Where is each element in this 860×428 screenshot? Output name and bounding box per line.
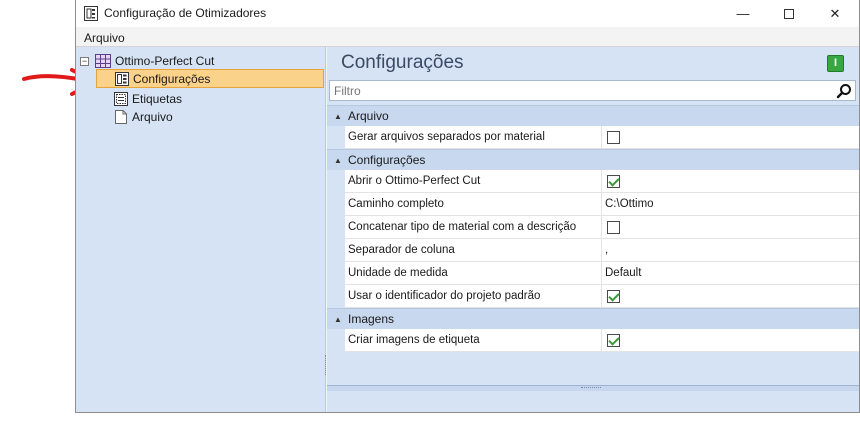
panel-title: Configurações [341,52,464,73]
category-label: Imagens [348,312,395,326]
grid-icon [95,54,111,68]
property-name: Separador de coluna [345,239,602,262]
property-name: Caminho completo [345,193,602,216]
minimize-button[interactable]: — [720,0,766,27]
collapse-triangle-icon[interactable]: ▲ [330,156,346,165]
property-name: Usar o identificador do projeto padrão [345,285,602,308]
property-value [602,216,859,239]
property-name: Concatenar tipo de material com a descri… [345,216,602,239]
tree-node-root[interactable]: − Ottimo-Perfect Cut [80,52,214,70]
category-imagens[interactable]: ▲ Imagens [327,308,859,329]
navigation-tree: − Ottimo-Perfect Cut Configurações Etiqu… [76,47,326,412]
property-row[interactable]: Usar o identificador do projeto padrão [327,285,859,308]
property-row[interactable]: Caminho completo C:\Ottimo [327,193,859,216]
tree-root-label: Ottimo-Perfect Cut [115,54,215,68]
property-row[interactable]: Concatenar tipo de material com a descri… [327,216,859,239]
category-label: Arquivo [348,109,389,123]
checkbox-unchecked[interactable] [607,220,620,234]
resize-grip-icon[interactable] [581,387,601,390]
property-row[interactable]: Gerar arquivos separados por material [327,126,859,149]
tree-item-label: Etiquetas [132,92,183,106]
checkbox-checked[interactable] [607,174,620,188]
checkbox-checked[interactable] [607,333,620,347]
collapse-triangle-icon[interactable]: ▲ [330,315,346,324]
title-bar: Configuração de Otimizadores — ✕ [76,0,859,27]
property-name: Unidade de medida [345,262,602,285]
tree-item-label: Arquivo [132,110,173,124]
property-value [602,126,859,149]
menu-item-arquivo[interactable]: Arquivo [84,31,125,45]
collapse-triangle-icon[interactable]: ▲ [330,112,346,121]
tree-item-configuracoes[interactable]: Configurações [96,69,324,88]
filter-box [329,80,856,101]
checkbox-unchecked[interactable] [607,130,620,144]
maximize-button[interactable] [766,0,812,27]
property-name: Abrir o Ottimo-Perfect Cut [345,170,602,193]
property-row[interactable]: Abrir o Ottimo-Perfect Cut [327,170,859,193]
app-icon [84,6,98,21]
app-window: Configuração de Otimizadores — ✕ Arquivo… [75,0,860,413]
property-name: Gerar arquivos separados por material [345,126,602,149]
tree-item-etiquetas[interactable]: Etiquetas [114,90,182,108]
property-grid: ▲ Arquivo Gerar arquivos separados por m… [327,105,859,352]
collapse-icon[interactable]: − [80,56,89,66]
label-icon [114,92,128,106]
info-icon[interactable]: I [827,55,844,72]
checkbox-checked[interactable] [607,289,620,303]
property-row[interactable]: Separador de coluna , [327,239,859,262]
property-value[interactable]: C:\Ottimo [602,193,859,216]
settings-document-icon [115,71,129,86]
category-configuracoes[interactable]: ▲ Configurações [327,149,859,170]
property-value[interactable]: Default [602,262,859,285]
tree-item-label: Configurações [133,71,211,86]
tree-item-arquivo[interactable]: Arquivo [114,108,173,126]
search-icon[interactable] [836,83,852,99]
file-icon [115,110,127,124]
property-value [602,285,859,308]
property-name: Criar imagens de etiqueta [345,329,602,352]
menu-bar: Arquivo [76,27,859,47]
property-value [602,170,859,193]
property-value [602,329,859,352]
close-button[interactable]: ✕ [812,0,858,27]
property-row[interactable]: Criar imagens de etiqueta [327,329,859,352]
screenshot-stage: Configuração de Otimizadores — ✕ Arquivo… [0,0,860,428]
property-value[interactable]: , [602,239,859,262]
maximize-icon [784,8,794,19]
filter-input[interactable] [330,81,830,100]
property-row[interactable]: Unidade de medida Default [327,262,859,285]
window-title: Configuração de Otimizadores [104,6,267,20]
settings-panel: Configurações I ▲ Arquivo Gerar arquivos… [327,47,859,412]
category-arquivo[interactable]: ▲ Arquivo [327,105,859,126]
category-label: Configurações [348,153,426,167]
